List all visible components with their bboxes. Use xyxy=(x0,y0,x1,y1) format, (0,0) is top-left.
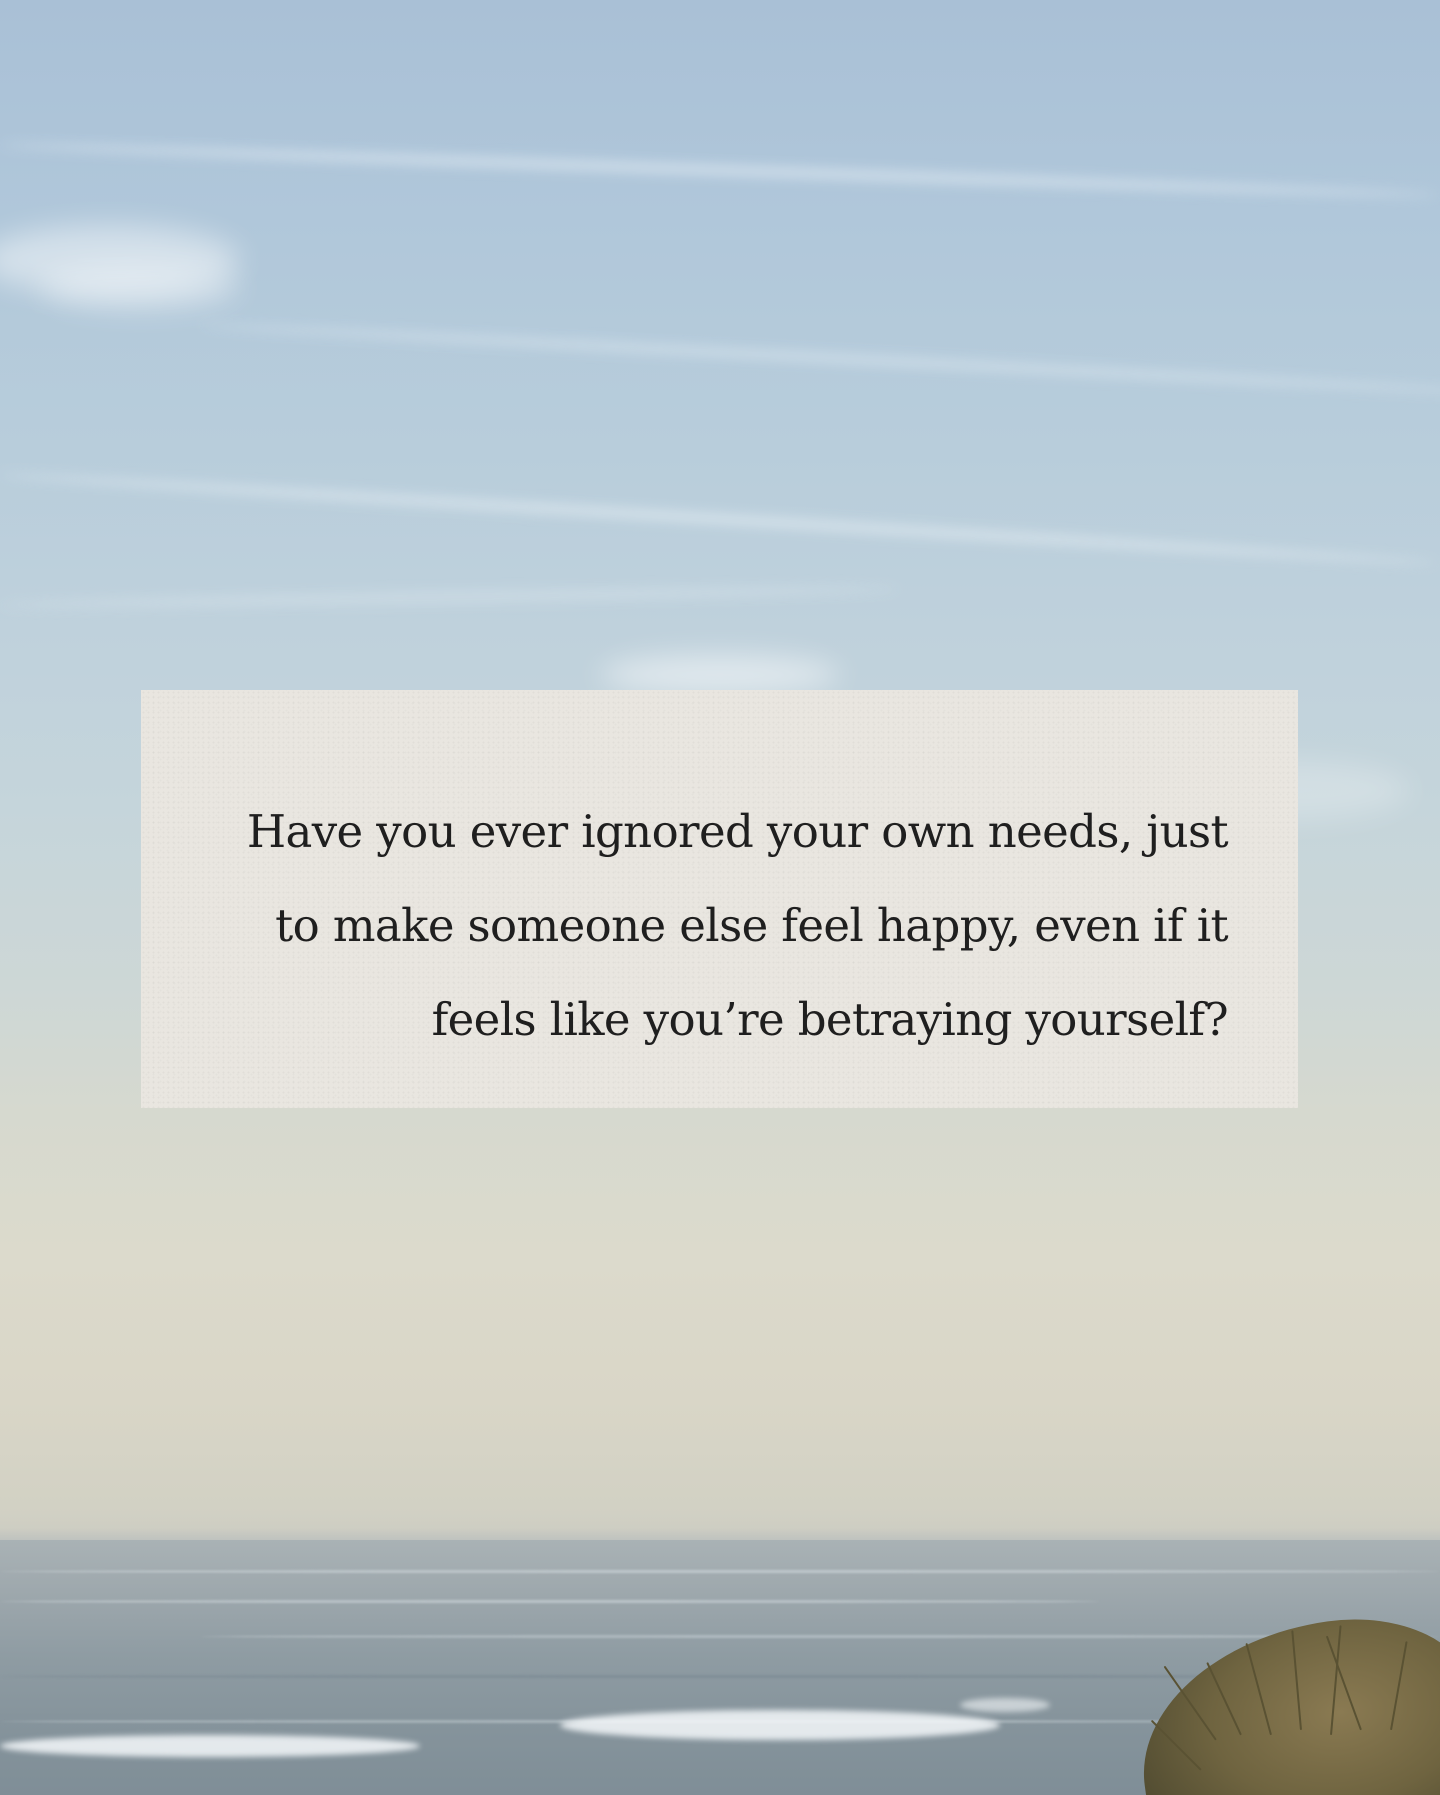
beach-photo-background: Have you ever ignored your own needs, ju… xyxy=(0,0,1440,1795)
cloud-streak xyxy=(199,320,1440,399)
book-excerpt-card: Have you ever ignored your own needs, ju… xyxy=(141,690,1298,1108)
wave-line xyxy=(200,1635,1440,1638)
surf-foam xyxy=(0,1735,420,1757)
cloud-streak xyxy=(0,584,900,610)
quote-line: to make someone else feel happy, even if… xyxy=(275,899,1228,952)
cloud xyxy=(40,265,240,310)
wave-line xyxy=(0,1570,1440,1573)
wave-line xyxy=(0,1600,1100,1603)
quote-text: Have you ever ignored your own needs, ju… xyxy=(246,785,1229,1067)
quote-line: Have you ever ignored your own needs, ju… xyxy=(246,805,1229,858)
cloud-streak xyxy=(0,140,1440,201)
surf-foam xyxy=(960,1698,1050,1712)
quote-line: feels like you’re betraying yourself? xyxy=(431,993,1229,1046)
surf-foam xyxy=(560,1710,1000,1740)
cloud xyxy=(600,655,840,695)
cloud-streak xyxy=(0,470,1438,568)
